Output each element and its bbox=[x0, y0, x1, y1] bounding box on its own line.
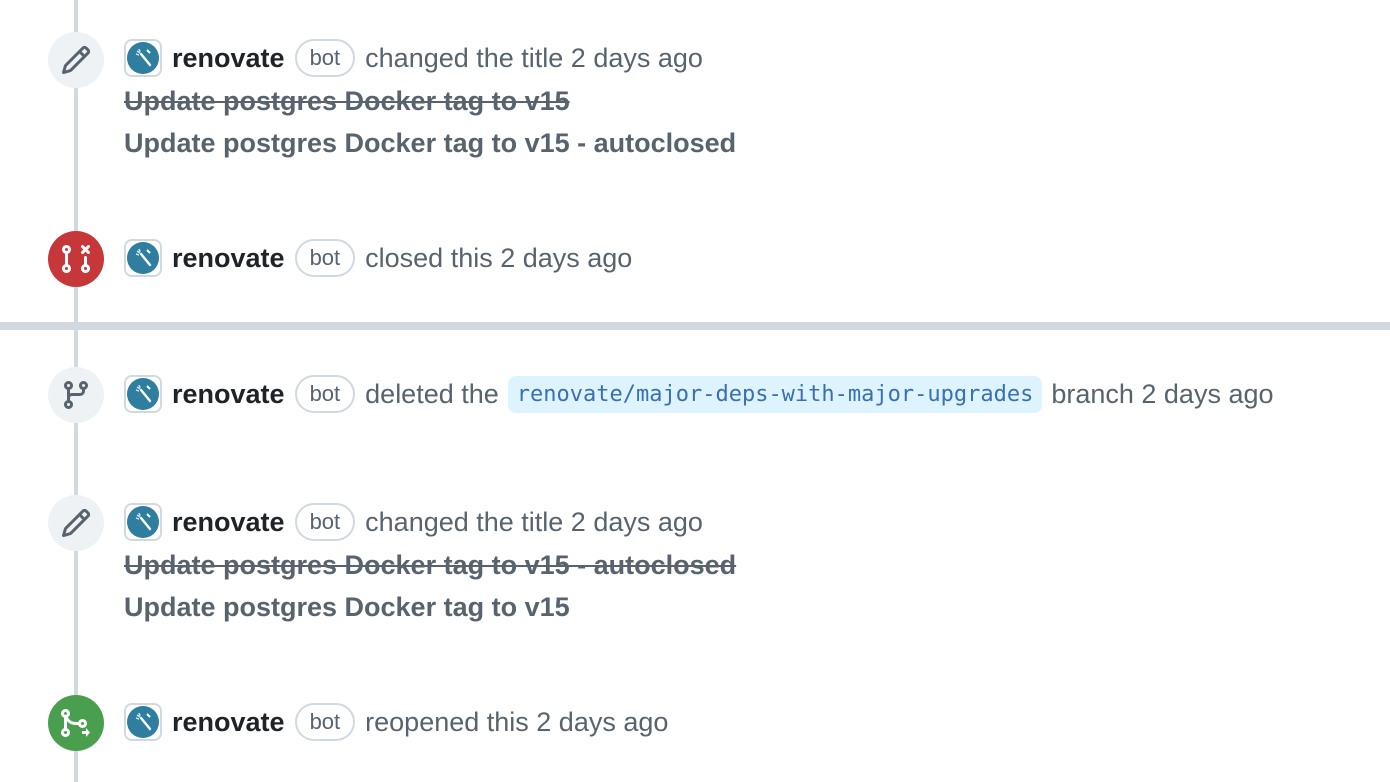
pull-request-closed-icon bbox=[48, 231, 104, 287]
event-action: changed the title 2 days ago bbox=[365, 42, 703, 73]
author-link[interactable]: renovate bbox=[172, 507, 285, 538]
pencil-icon bbox=[48, 32, 104, 88]
avatar[interactable] bbox=[124, 239, 162, 277]
bot-badge: bot bbox=[294, 703, 356, 741]
avatar[interactable] bbox=[124, 703, 162, 741]
author-link[interactable]: renovate bbox=[172, 243, 285, 274]
old-title: Update postgres Docker tag to v15 bbox=[124, 86, 570, 116]
old-title: Update postgres Docker tag to v15 - auto… bbox=[124, 550, 737, 580]
timeline-event-header: renovate bot closed this 2 days ago bbox=[124, 236, 632, 280]
timeline-event-header: renovate bot deleted the renovate/major-… bbox=[124, 372, 1274, 416]
pencil-icon bbox=[48, 495, 104, 551]
bot-badge: bot bbox=[294, 39, 356, 77]
avatar[interactable] bbox=[124, 375, 162, 413]
author-link[interactable]: renovate bbox=[172, 707, 285, 738]
avatar[interactable] bbox=[124, 39, 162, 77]
author-link[interactable]: renovate bbox=[172, 43, 285, 74]
timeline-separator bbox=[0, 322, 1390, 330]
avatar[interactable] bbox=[124, 503, 162, 541]
event-action: deleted the bbox=[365, 378, 499, 409]
event-action: reopened this 2 days ago bbox=[365, 706, 669, 737]
event-action-suffix: branch 2 days ago bbox=[1051, 378, 1274, 409]
bot-badge: bot bbox=[294, 375, 356, 413]
bot-badge: bot bbox=[294, 239, 356, 277]
git-branch-icon bbox=[48, 367, 104, 423]
pull-request-reopened-icon bbox=[48, 695, 104, 751]
new-title: Update postgres Docker tag to v15 - auto… bbox=[124, 128, 737, 158]
event-action: closed this 2 days ago bbox=[365, 242, 633, 273]
timeline-event-header: renovate bot reopened this 2 days ago bbox=[124, 700, 668, 744]
author-link[interactable]: renovate bbox=[172, 379, 285, 410]
timeline-event-header: renovate bot changed the title 2 days ag… bbox=[124, 500, 703, 544]
event-action: changed the title 2 days ago bbox=[365, 506, 703, 537]
new-title: Update postgres Docker tag to v15 bbox=[124, 592, 570, 622]
branch-name[interactable]: renovate/major-deps-with-major-upgrades bbox=[507, 375, 1043, 413]
bot-badge: bot bbox=[294, 503, 356, 541]
timeline-event-header: renovate bot changed the title 2 days ag… bbox=[124, 36, 703, 80]
